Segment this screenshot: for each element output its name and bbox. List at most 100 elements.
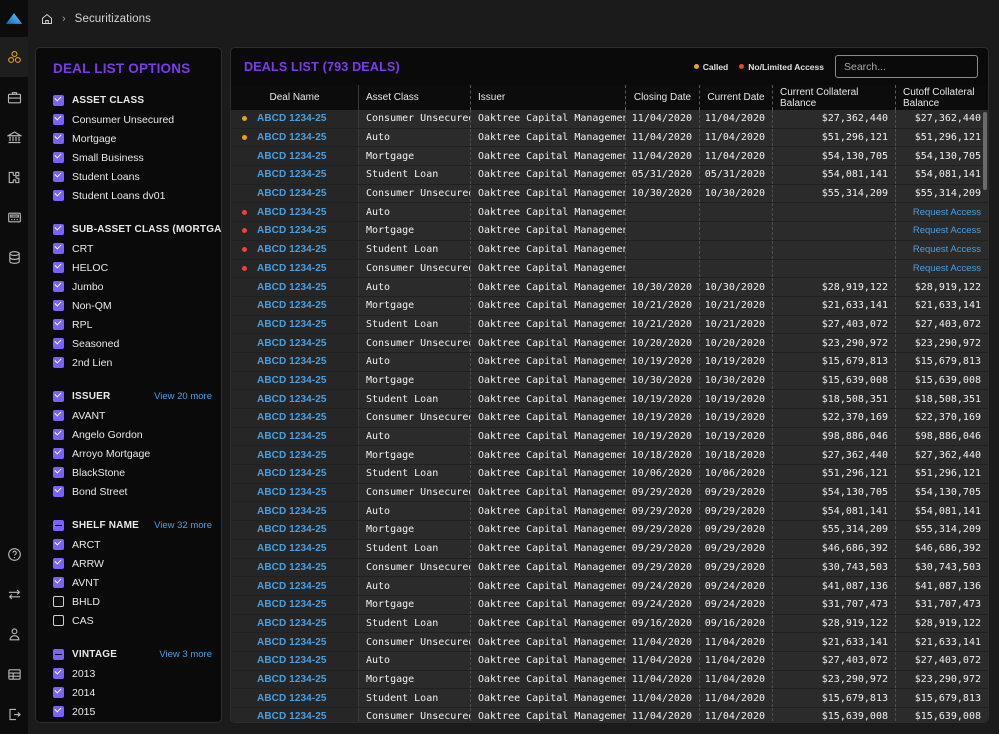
filter-option[interactable]: AVANT	[36, 406, 221, 425]
search-input[interactable]	[844, 61, 979, 73]
checkbox-icon[interactable]	[53, 300, 64, 311]
nav-item-institutions[interactable]	[0, 117, 28, 157]
cell-deal-name[interactable]: ABCD 1234-25	[231, 260, 359, 278]
deal-name-link[interactable]: ABCD 1234-25	[257, 207, 327, 218]
view-more-link[interactable]: View 20 more	[154, 391, 212, 402]
checkbox-icon[interactable]	[53, 171, 64, 182]
request-access-link[interactable]: Request Access	[913, 225, 981, 236]
table-row[interactable]: ABCD 1234-25MortgageOaktree Capital Mana…	[231, 521, 988, 540]
cell-deal-name[interactable]: ABCD 1234-25	[231, 297, 359, 315]
request-access-link[interactable]: Request Access	[913, 207, 981, 218]
column-header-issuer[interactable]: Issuer	[471, 85, 626, 110]
table-row[interactable]: ABCD 1234-25MortgageOaktree Capital Mana…	[231, 671, 988, 690]
deal-name-link[interactable]: ABCD 1234-25	[257, 618, 327, 629]
filter-option[interactable]: ARCT	[36, 535, 221, 554]
checkbox-icon[interactable]	[53, 190, 64, 201]
deal-name-link[interactable]: ABCD 1234-25	[257, 506, 327, 517]
checkbox-icon[interactable]	[53, 338, 64, 349]
filter-option[interactable]: Arroyo Mortgage	[36, 444, 221, 463]
cell-deal-name[interactable]: ABCD 1234-25	[231, 577, 359, 595]
deal-name-link[interactable]: ABCD 1234-25	[257, 375, 327, 386]
filter-option[interactable]: BHLD	[36, 592, 221, 611]
column-header-asset-class[interactable]: Asset Class	[359, 85, 471, 110]
cell-cutoff-collateral-balance[interactable]: Request Access	[896, 260, 988, 278]
checkbox-icon[interactable]	[53, 486, 64, 497]
deal-name-link[interactable]: ABCD 1234-25	[257, 113, 327, 124]
cell-deal-name[interactable]: ABCD 1234-25	[231, 409, 359, 427]
table-row[interactable]: ABCD 1234-25Consumer UnsecuredOaktree Ca…	[231, 260, 988, 279]
table-row[interactable]: ABCD 1234-25MortgageOaktree Capital Mana…	[231, 222, 988, 241]
table-row[interactable]: ABCD 1234-25MortgageOaktree Capital Mana…	[231, 372, 988, 391]
filter-option[interactable]: Seasoned	[36, 334, 221, 353]
table-row[interactable]: ABCD 1234-25Student LoanOaktree Capital …	[231, 241, 988, 260]
table-row[interactable]: ABCD 1234-25AutoOaktree Capital Manageme…	[231, 129, 988, 148]
cell-deal-name[interactable]: ABCD 1234-25	[231, 446, 359, 464]
filter-option[interactable]: BlackStone	[36, 463, 221, 482]
checkbox-icon[interactable]	[53, 357, 64, 368]
nav-item-calculator[interactable]	[0, 197, 28, 237]
column-header-deal-name[interactable]: Deal Name	[231, 85, 359, 110]
deal-name-link[interactable]: ABCD 1234-25	[257, 637, 327, 648]
table-row[interactable]: ABCD 1234-25Consumer UnsecuredOaktree Ca…	[231, 409, 988, 428]
nav-item-help[interactable]	[0, 534, 28, 574]
deal-name-link[interactable]: ABCD 1234-25	[257, 655, 327, 666]
nav-item-data[interactable]	[0, 237, 28, 277]
cell-deal-name[interactable]: ABCD 1234-25	[231, 596, 359, 614]
table-row[interactable]: ABCD 1234-25AutoOaktree Capital Manageme…	[231, 203, 988, 222]
cell-deal-name[interactable]: ABCD 1234-25	[231, 689, 359, 707]
cell-deal-name[interactable]: ABCD 1234-25	[231, 502, 359, 520]
filter-option[interactable]: CRT	[36, 239, 221, 258]
breadcrumb-current[interactable]: Securitizations	[75, 13, 151, 25]
table-row[interactable]: ABCD 1234-25AutoOaktree Capital Manageme…	[231, 577, 988, 596]
table-row[interactable]: ABCD 1234-25Consumer UnsecuredOaktree Ca…	[231, 110, 988, 129]
checkbox-icon[interactable]	[53, 319, 64, 330]
table-row[interactable]: ABCD 1234-25MortgageOaktree Capital Mana…	[231, 297, 988, 316]
view-more-link[interactable]: View 3 more	[159, 649, 212, 660]
filter-option[interactable]: Bond Street	[36, 482, 221, 501]
checkbox-icon[interactable]	[53, 391, 64, 402]
table-row[interactable]: ABCD 1234-25Consumer UnsecuredOaktree Ca…	[231, 708, 988, 722]
cell-deal-name[interactable]: ABCD 1234-25	[231, 521, 359, 539]
filter-option[interactable]: HELOC	[36, 258, 221, 277]
nav-item-logout[interactable]	[0, 694, 28, 734]
table-row[interactable]: ABCD 1234-25Student LoanOaktree Capital …	[231, 465, 988, 484]
column-header-closing-date[interactable]: Closing Date	[626, 85, 700, 110]
deal-name-link[interactable]: ABCD 1234-25	[257, 356, 327, 367]
home-icon[interactable]	[41, 13, 53, 25]
table-row[interactable]: ABCD 1234-25MortgageOaktree Capital Mana…	[231, 596, 988, 615]
checkbox-icon[interactable]	[53, 649, 64, 660]
column-header-cutoff-collateral-balance[interactable]: Cutoff Collateral Balance	[896, 85, 988, 110]
checkbox-icon[interactable]	[53, 262, 64, 273]
cell-deal-name[interactable]: ABCD 1234-25	[231, 334, 359, 352]
column-header-current-date[interactable]: Current Date	[700, 85, 773, 110]
filter-option[interactable]: 2016	[36, 721, 221, 723]
cell-deal-name[interactable]: ABCD 1234-25	[231, 316, 359, 334]
request-access-link[interactable]: Request Access	[913, 263, 981, 274]
filter-option[interactable]: Student Loans dv01	[36, 186, 221, 205]
deal-name-link[interactable]: ABCD 1234-25	[257, 412, 327, 423]
cell-deal-name[interactable]: ABCD 1234-25	[231, 708, 359, 722]
checkbox-icon[interactable]	[53, 429, 64, 440]
filter-option[interactable]: ARRW	[36, 554, 221, 573]
table-body-scroll-area[interactable]: ABCD 1234-25Consumer UnsecuredOaktree Ca…	[231, 110, 988, 722]
checkbox-icon[interactable]	[53, 596, 64, 607]
cell-deal-name[interactable]: ABCD 1234-25	[231, 559, 359, 577]
checkbox-icon[interactable]	[53, 152, 64, 163]
table-row[interactable]: ABCD 1234-25AutoOaktree Capital Manageme…	[231, 353, 988, 372]
checkbox-icon[interactable]	[53, 448, 64, 459]
deal-name-link[interactable]: ABCD 1234-25	[257, 132, 327, 143]
filter-option[interactable]: AVNT	[36, 573, 221, 592]
filter-group-header[interactable]: VINTAGEView 3 more	[36, 645, 221, 664]
table-row[interactable]: ABCD 1234-25MortgageOaktree Capital Mana…	[231, 446, 988, 465]
filter-option[interactable]: Student Loans	[36, 167, 221, 186]
checkbox-icon[interactable]	[53, 668, 64, 679]
filter-option[interactable]: RPL	[36, 315, 221, 334]
deal-name-link[interactable]: ABCD 1234-25	[257, 524, 327, 535]
filter-option[interactable]: 2015	[36, 702, 221, 721]
table-row[interactable]: ABCD 1234-25Student LoanOaktree Capital …	[231, 615, 988, 634]
filter-option[interactable]: CAS	[36, 611, 221, 630]
filter-option[interactable]: Jumbo	[36, 277, 221, 296]
filter-group-header[interactable]: SUB-ASSET CLASS (MORTGAGES)	[36, 220, 221, 239]
cell-cutoff-collateral-balance[interactable]: Request Access	[896, 203, 988, 221]
request-access-link[interactable]: Request Access	[913, 244, 981, 255]
